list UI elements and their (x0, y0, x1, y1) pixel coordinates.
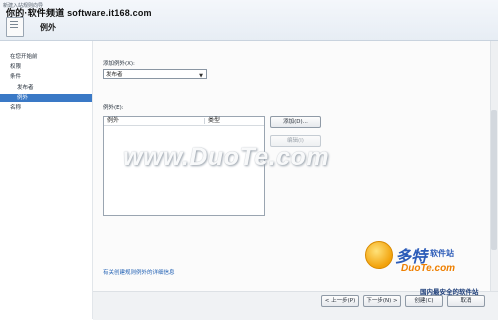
sidebar-item-before-you-begin[interactable]: 在您开始前 (0, 53, 102, 61)
back-button[interactable]: < 上一步(P) (321, 295, 359, 307)
watermark-brand-sub: 软件站 (430, 249, 454, 258)
sidebar-item-label: 权限 (10, 64, 22, 70)
next-button[interactable]: 下一步(N) > (363, 295, 401, 307)
chevron-down-icon: ▼ (199, 73, 203, 79)
list-header: 例外 类型 (104, 117, 264, 126)
learn-more-link[interactable]: 有关创建规则例外的详细信息 (103, 268, 175, 276)
exception-type-value: 发布者 (106, 72, 123, 78)
sidebar-item-conditions[interactable]: 条件 (0, 73, 102, 81)
add-button[interactable]: 添加(D)... (270, 116, 321, 128)
page-title: 例外 (40, 23, 56, 32)
watermark-center: www.DuoTe.com (123, 143, 330, 171)
watermark-url: DuoTe.com (401, 263, 456, 274)
sidebar-item-exceptions[interactable]: 例外 (0, 94, 92, 102)
watermark-slogan: 国内最安全的软件站 (420, 288, 479, 296)
sidebar-item-label: 在您开始前 (10, 54, 38, 60)
column-header-type[interactable]: 类型 (208, 117, 220, 125)
wizard-steps-sidebar: 在您开始前 权限 条件 发布者 例外 名称 (0, 41, 93, 319)
sidebar-item-label: 例外 (17, 95, 29, 101)
column-header-exception[interactable]: 例外 (107, 117, 119, 125)
sidebar-item-label: 条件 (10, 74, 22, 80)
column-divider[interactable] (204, 118, 205, 124)
duote-logo-icon (365, 241, 393, 269)
watermark-top: 你的·软件频道 software.it168.com (6, 8, 152, 18)
exception-type-select[interactable]: 发布者 ▼ (103, 69, 207, 79)
scrollbar-thumb[interactable] (491, 110, 497, 250)
cancel-button[interactable]: 取消 (447, 295, 485, 307)
wizard-page-icon (6, 17, 24, 37)
sidebar-item-label: 名称 (10, 105, 22, 111)
sidebar-item-label: 发布者 (17, 85, 34, 91)
sidebar-item-permissions[interactable]: 权限 (0, 63, 102, 71)
exceptions-label: 例外(E): (103, 105, 124, 111)
sidebar-item-name[interactable]: 名称 (0, 104, 102, 112)
create-button[interactable]: 创建(C) (405, 295, 443, 307)
add-exception-label: 添加例外(X): (103, 61, 135, 67)
